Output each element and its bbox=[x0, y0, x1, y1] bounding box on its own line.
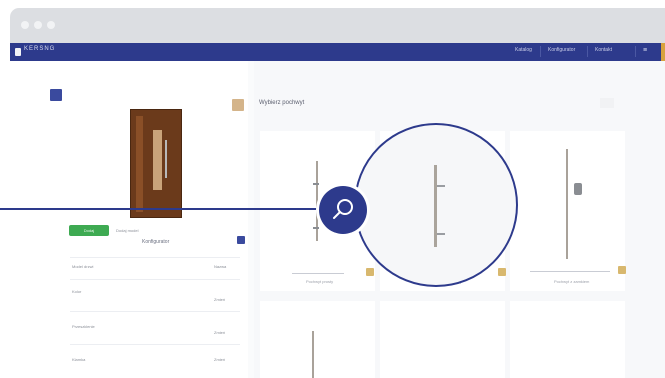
row-divider bbox=[70, 311, 240, 312]
lock-cylinder bbox=[574, 183, 582, 195]
zoom-button[interactable] bbox=[319, 186, 367, 234]
product-card[interactable] bbox=[510, 301, 625, 378]
nav-link-katalog[interactable]: Katalog bbox=[515, 47, 532, 53]
product-card[interactable] bbox=[380, 301, 505, 378]
door-handle bbox=[165, 140, 167, 178]
window-maximize-dot[interactable] bbox=[47, 21, 55, 29]
select-badge[interactable] bbox=[618, 266, 626, 274]
back-button[interactable] bbox=[50, 89, 62, 101]
card-divider bbox=[530, 271, 610, 272]
handle-mount bbox=[437, 233, 445, 235]
row-label: Kolor bbox=[72, 289, 82, 294]
handle-bar bbox=[312, 331, 314, 378]
door-stripe bbox=[136, 116, 143, 212]
nav-link-konfigurator[interactable]: Konfigurator bbox=[548, 47, 575, 53]
cart-icon[interactable]: ≡ bbox=[643, 47, 647, 54]
row-value[interactable]: Zmień bbox=[214, 297, 225, 302]
product-caption: Pochwyt prosty bbox=[306, 279, 334, 284]
add-button[interactable]: Dodaj bbox=[69, 225, 109, 236]
product-caption: Pochwyt z zamkiem bbox=[554, 279, 590, 284]
section-title: Wybierz pochwyt bbox=[259, 100, 305, 106]
select-badge[interactable] bbox=[498, 268, 506, 276]
row-label: Model drzwi bbox=[72, 264, 94, 269]
logo-text[interactable]: KERSNG bbox=[24, 46, 55, 52]
handle-bar bbox=[566, 149, 568, 259]
magnifier-connector-line bbox=[0, 208, 322, 210]
row-divider bbox=[70, 344, 240, 345]
window-minimize-dot[interactable] bbox=[34, 21, 42, 29]
row-value[interactable]: Zmień bbox=[214, 330, 225, 335]
door-glass-panel bbox=[153, 130, 162, 190]
product-card[interactable] bbox=[260, 301, 375, 378]
door-preview bbox=[130, 109, 182, 218]
nav-link-kontakt[interactable]: Kontakt bbox=[595, 47, 612, 53]
nav-divider bbox=[540, 46, 541, 57]
row-value[interactable]: Nazwa bbox=[214, 264, 226, 269]
nav-divider bbox=[635, 46, 636, 57]
search-icon bbox=[333, 199, 353, 219]
top-navbar: KERSNG Katalog Konfigurator Kontakt ≡ bbox=[10, 43, 665, 61]
window-close-dot[interactable] bbox=[21, 21, 29, 29]
row-divider bbox=[70, 279, 240, 280]
sort-button[interactable] bbox=[600, 98, 614, 108]
add-caption: Dodaj model bbox=[116, 228, 139, 233]
select-badge[interactable] bbox=[366, 268, 374, 276]
browser-titlebar bbox=[10, 8, 665, 43]
accent-tab bbox=[661, 43, 665, 61]
row-value[interactable]: Zmień bbox=[214, 357, 225, 362]
row-divider bbox=[70, 257, 240, 258]
collapse-button[interactable] bbox=[237, 236, 245, 244]
magnified-view bbox=[354, 123, 518, 287]
row-label: Przeszklenie bbox=[72, 324, 95, 329]
row-label: Klamka bbox=[72, 357, 86, 362]
configurator-panel: Dodaj Dodaj model Konfigurator Model drz… bbox=[10, 61, 248, 378]
handle-mount bbox=[313, 183, 319, 185]
config-title: Konfigurator bbox=[142, 239, 170, 245]
handle-bar bbox=[316, 161, 318, 241]
handle-mount bbox=[437, 185, 445, 187]
nav-divider bbox=[587, 46, 588, 57]
filter-button[interactable] bbox=[232, 99, 244, 111]
product-card[interactable]: Pochwyt z zamkiem bbox=[510, 131, 626, 291]
logo-icon bbox=[15, 48, 21, 56]
card-divider bbox=[292, 273, 344, 274]
